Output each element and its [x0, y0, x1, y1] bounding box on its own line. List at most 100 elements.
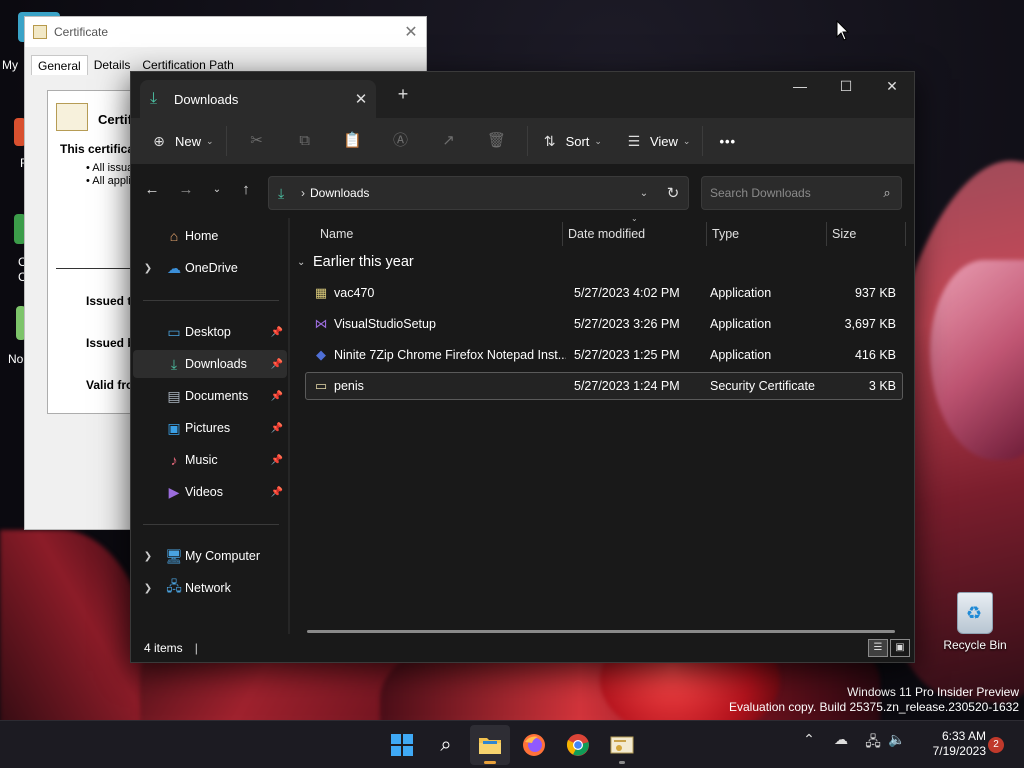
certificate-titlebar[interactable]: Certificate ✕: [25, 17, 426, 47]
sidebar-item-home[interactable]: ⌂ Home: [133, 222, 287, 250]
close-tab-icon[interactable]: ✕: [346, 90, 376, 108]
sidebar-item-label: Music: [185, 453, 218, 467]
maximize-button[interactable]: ☐: [823, 72, 869, 104]
firefox-taskbar-button[interactable]: [514, 725, 554, 765]
firefox-icon: [523, 734, 545, 756]
volume-icon[interactable]: 🔈: [884, 731, 910, 748]
sidebar-item-documents[interactable]: ▤ Documents 📌: [133, 382, 287, 410]
expand-chevron-icon[interactable]: ❯: [133, 551, 163, 562]
pin-icon[interactable]: 📌: [267, 327, 287, 338]
refresh-icon[interactable]: ↻: [658, 184, 688, 202]
network-status-icon[interactable]: 🖧: [860, 731, 886, 755]
cut-icon[interactable]: ✂: [233, 125, 281, 157]
divider: [143, 300, 279, 301]
pane-splitter[interactable]: [288, 218, 290, 636]
sort-button[interactable]: ⇅ Sort ⌄: [534, 125, 608, 157]
sidebar-item-label: Home: [185, 229, 219, 243]
certificate-purpose: This certifica: [60, 142, 135, 156]
sidebar-item-label: Videos: [185, 485, 223, 499]
file-type: Application: [710, 317, 772, 331]
file-row-visualstudiosetup[interactable]: ⋈ VisualStudioSetup 5/27/2023 3:26 PM Ap…: [305, 310, 903, 338]
recycle-bin[interactable]: ♻ Recycle Bin: [942, 592, 1008, 652]
column-header-date[interactable]: Date modified: [568, 218, 645, 250]
delete-icon[interactable]: 🗑: [473, 125, 521, 157]
group-header[interactable]: ⌄ Earlier this year: [297, 254, 414, 270]
video-icon: ▶: [168, 483, 180, 500]
file-name: Ninite 7Zip Chrome Firefox Notepad Inst.…: [334, 348, 566, 362]
expand-chevron-icon[interactable]: ❯: [133, 583, 163, 594]
music-icon: ♪: [170, 452, 178, 468]
pin-icon[interactable]: 📌: [267, 423, 287, 434]
file-explorer-window[interactable]: ⤓ Downloads ✕ + — ☐ ✕ ⊕ New ⌄ ✂ ⧉ 📋 Ⓐ ↗ …: [130, 71, 915, 663]
address-dropdown-icon[interactable]: ⌄: [630, 188, 658, 199]
sidebar-item-desktop[interactable]: ▭ Desktop 📌: [133, 318, 287, 346]
new-button[interactable]: ⊕ New ⌄: [143, 125, 220, 157]
share-icon[interactable]: ↗: [425, 125, 473, 157]
column-separator[interactable]: [826, 222, 827, 246]
file-date: 5/27/2023 1:24 PM: [574, 379, 680, 393]
tab-general[interactable]: General: [31, 55, 88, 75]
visual-studio-icon: ⋈: [314, 316, 328, 331]
search-box[interactable]: ⌕: [701, 176, 902, 210]
certificate-icon: [610, 736, 634, 754]
sidebar-item-onedrive[interactable]: ❯ ☁ OneDrive: [133, 254, 287, 282]
back-arrow-icon[interactable]: ←: [138, 176, 166, 204]
recent-locations-chevron-icon[interactable]: ⌄: [203, 176, 231, 204]
file-explorer-taskbar-button[interactable]: [470, 725, 510, 765]
chrome-taskbar-button[interactable]: [558, 725, 598, 765]
expand-chevron-icon[interactable]: ❯: [133, 263, 163, 274]
notification-badge[interactable]: 2: [988, 737, 1004, 753]
onedrive-offline-icon[interactable]: ☁: [828, 731, 854, 748]
up-arrow-icon[interactable]: ↑: [232, 176, 260, 204]
horizontal-scrollbar[interactable]: [307, 630, 895, 633]
explorer-tabbar[interactable]: ⤓ Downloads ✕ + — ☐ ✕: [131, 72, 914, 118]
sidebar-item-network[interactable]: ❯ 🖧 Network: [133, 574, 287, 602]
start-button[interactable]: [382, 725, 422, 765]
search-icon[interactable]: ⌕: [873, 185, 901, 201]
new-tab-button[interactable]: +: [391, 84, 415, 108]
pin-icon[interactable]: 📌: [267, 391, 287, 402]
rename-icon[interactable]: Ⓐ: [377, 125, 425, 157]
desktop-icon: ▭: [167, 323, 181, 340]
download-icon: ⤓: [150, 90, 158, 107]
large-icons-view-icon[interactable]: ▣: [890, 639, 910, 657]
status-bar: 4 items | ☰ ▣: [131, 634, 914, 662]
clock[interactable]: 6:33 AM 7/19/2023: [912, 729, 986, 759]
column-header-type[interactable]: Type: [712, 218, 739, 250]
close-window-button[interactable]: ✕: [869, 72, 915, 104]
column-header-name[interactable]: Name: [320, 218, 353, 250]
paste-icon[interactable]: 📋: [329, 125, 377, 157]
clock-date: 7/19/2023: [932, 744, 986, 758]
column-separator[interactable]: [562, 222, 563, 246]
more-options-button[interactable]: •••: [713, 125, 742, 157]
pin-icon[interactable]: 📌: [267, 359, 287, 370]
view-button[interactable]: ☰ View ⌄: [618, 125, 697, 157]
sidebar-item-downloads[interactable]: ⤓ Downloads 📌: [133, 350, 287, 378]
forward-arrow-icon[interactable]: →: [172, 176, 200, 204]
sidebar-item-videos[interactable]: ▶ Videos 📌: [133, 478, 287, 506]
column-separator[interactable]: [905, 222, 906, 246]
address-bar[interactable]: ⤓ › Downloads ⌄ ↻: [268, 176, 689, 210]
sidebar-item-my-computer[interactable]: ❯ 🖥 My Computer: [133, 542, 287, 570]
search-input[interactable]: [710, 186, 873, 200]
file-row-ninite[interactable]: ◆ Ninite 7Zip Chrome Firefox Notepad Ins…: [305, 341, 903, 369]
minimize-button[interactable]: —: [777, 72, 823, 104]
tab-downloads[interactable]: ⤓ Downloads ✕: [140, 80, 376, 118]
windows-watermark: Windows 11 Pro Insider Preview Evaluatio…: [729, 685, 1019, 715]
pin-icon[interactable]: 📌: [267, 487, 287, 498]
file-row-certificate[interactable]: ▭ penis 5/27/2023 1:24 PM Security Certi…: [305, 372, 903, 400]
search-button[interactable]: ⌕: [426, 725, 466, 765]
details-view-icon[interactable]: ☰: [868, 639, 888, 657]
certificate-taskbar-button[interactable]: [602, 725, 642, 765]
column-header-size[interactable]: Size: [832, 218, 856, 250]
sidebar-item-music[interactable]: ♪ Music 📌: [133, 446, 287, 474]
breadcrumb-downloads[interactable]: Downloads: [310, 186, 630, 200]
column-separator[interactable]: [706, 222, 707, 246]
file-name: vac470: [334, 286, 375, 300]
sidebar-item-pictures[interactable]: ▣ Pictures 📌: [133, 414, 287, 442]
show-hidden-icons-chevron-icon[interactable]: ⌃: [796, 731, 822, 748]
file-row-vac470[interactable]: ▦ vac470 5/27/2023 4:02 PM Application 9…: [305, 279, 903, 307]
copy-icon[interactable]: ⧉: [281, 125, 329, 157]
pin-icon[interactable]: 📌: [267, 455, 287, 466]
close-icon[interactable]: ✕: [396, 22, 426, 42]
